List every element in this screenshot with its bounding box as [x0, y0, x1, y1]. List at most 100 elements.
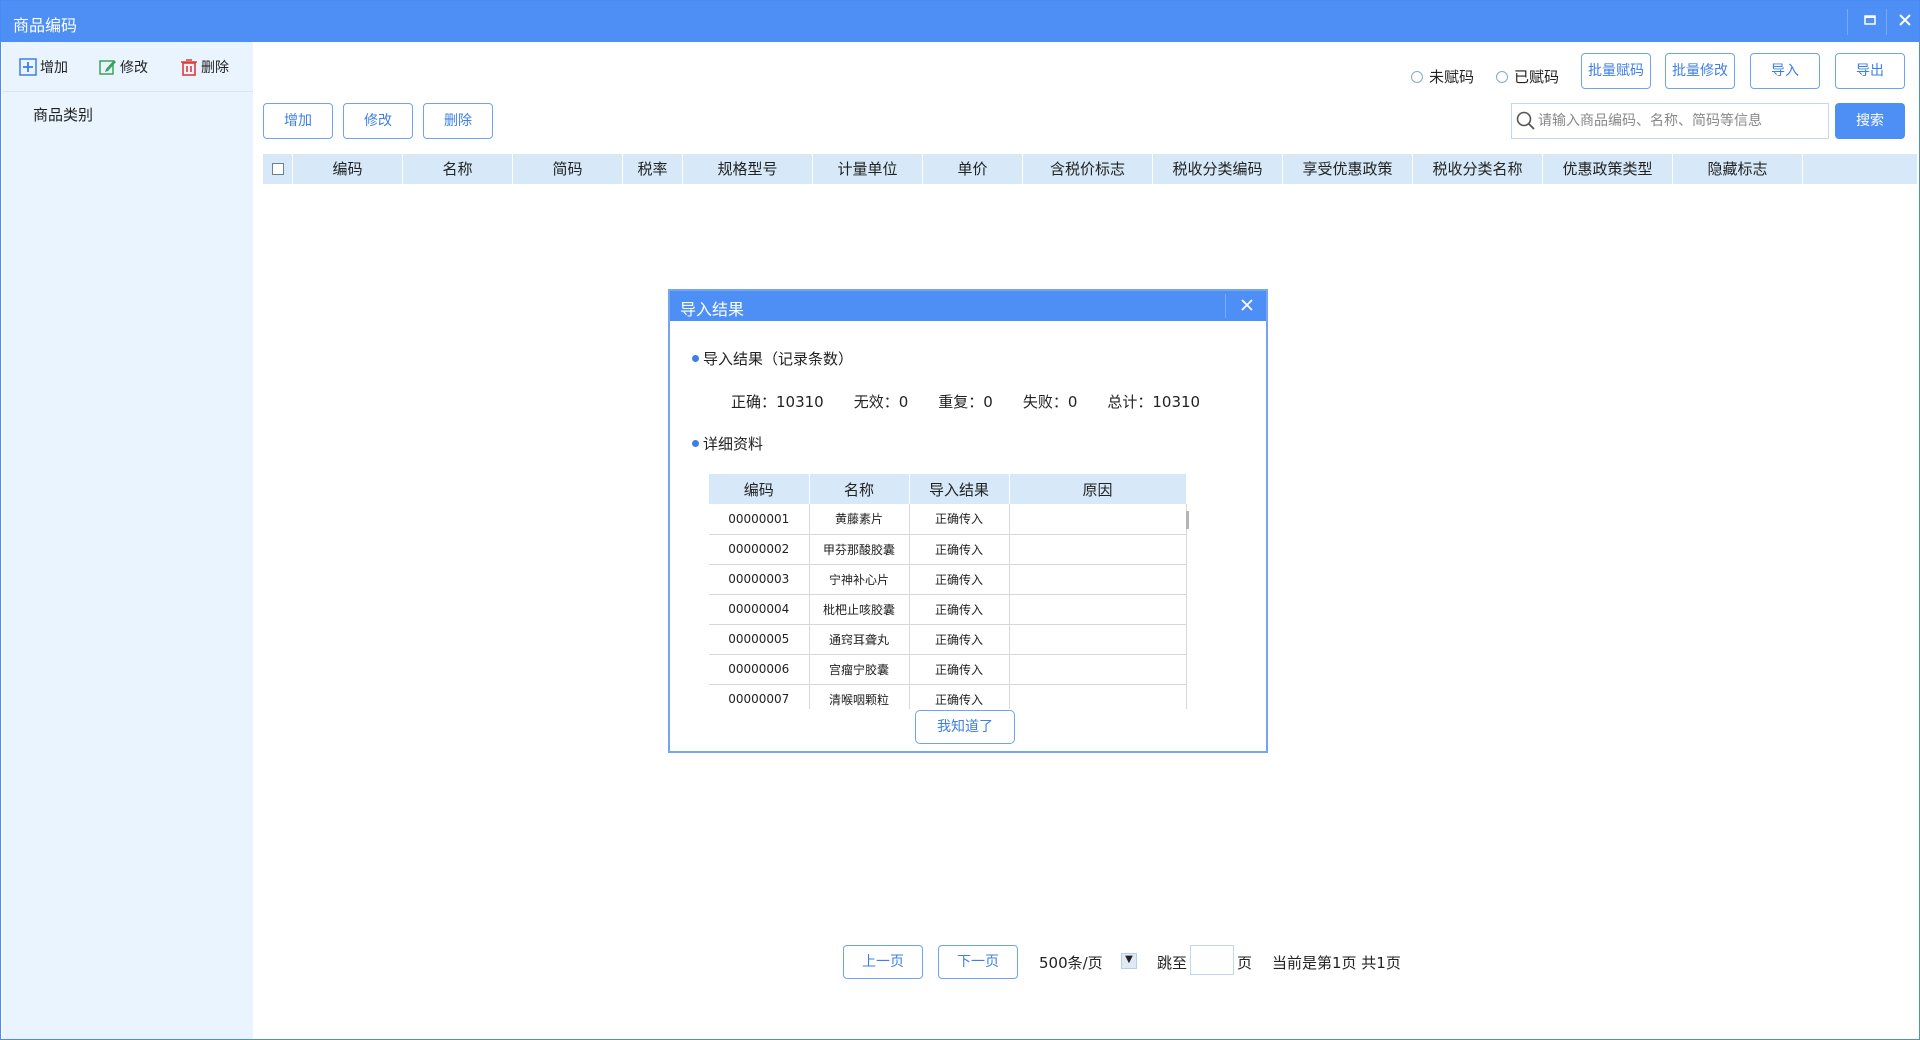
chevron-down-icon[interactable]: ▼ [1121, 953, 1137, 969]
row-name: 甲芬那酸胶囊 [809, 534, 910, 565]
row-name: 清喉咽颗粒 [809, 684, 910, 709]
column-header[interactable]: 单价 [923, 154, 1023, 184]
add-button[interactable]: 增加 [263, 103, 333, 139]
sidebar-edit-button[interactable]: 修改 [99, 56, 148, 78]
table-row[interactable]: 00000006 宫瘤宁胶囊 正确传入 [709, 654, 1187, 685]
column-header[interactable]: 享受优惠政策 [1283, 154, 1413, 184]
column-header[interactable]: 规格型号 [683, 154, 813, 184]
detail-column-header: 原因 [1009, 474, 1187, 504]
detail-table[interactable]: 编码 名称 导入结果 原因 00000001 黄藤素片 正确传入 0000000… [709, 474, 1189, 709]
row-name: 黄藤素片 [809, 504, 910, 535]
row-result: 正确传入 [909, 684, 1010, 709]
got-it-button[interactable]: 我知道了 [915, 710, 1015, 744]
search-input[interactable] [1538, 110, 1823, 132]
stat-failed: 失败：0 [1022, 393, 1078, 411]
grid-header: 编码 名称 简码 税率 规格型号 计量单位 单价 含税价标志 税收分类编码 享受… [263, 154, 1917, 184]
stat-invalid: 无效：0 [853, 393, 909, 411]
batch-edit-button[interactable]: 批量修改 [1665, 53, 1735, 89]
column-header[interactable]: 计量单位 [813, 154, 923, 184]
column-header[interactable]: 简码 [513, 154, 623, 184]
detail-column-header: 导入结果 [909, 474, 1010, 504]
sidebar-item-category[interactable]: 商品类别 [33, 104, 93, 125]
close-icon[interactable] [1887, 1, 1920, 42]
detail-column-header: 名称 [809, 474, 910, 504]
row-reason [1009, 504, 1187, 535]
sidebar-add-button[interactable]: 增加 [19, 56, 68, 78]
close-icon[interactable] [1236, 295, 1258, 317]
jump-to-label: 跳至 [1157, 954, 1188, 972]
table-scrollbar[interactable] [1186, 511, 1189, 529]
titlebar-divider [1847, 9, 1848, 35]
plus-box-icon [19, 58, 37, 76]
bullet-icon [692, 355, 699, 362]
column-header[interactable]: 税率 [623, 154, 683, 184]
column-header[interactable]: 税收分类名称 [1413, 154, 1543, 184]
radio-circle [1496, 70, 1508, 83]
import-button[interactable]: 导入 [1750, 53, 1820, 89]
stat-correct: 正确：10310 [731, 393, 824, 411]
search-box [1511, 103, 1829, 139]
detail-column-header: 编码 [709, 474, 810, 504]
column-header[interactable]: 编码 [293, 154, 403, 184]
row-reason [1009, 594, 1187, 625]
delete-button[interactable]: 删除 [423, 103, 493, 139]
column-header[interactable]: 税收分类编码 [1153, 154, 1283, 184]
sidebar-edit-label: 修改 [120, 60, 148, 76]
table-row[interactable]: 00000002 甲芬那酸胶囊 正确传入 [709, 534, 1187, 565]
row-code: 00000001 [709, 504, 810, 535]
window-title: 商品编码 [13, 16, 78, 35]
radio-circle [1411, 70, 1423, 83]
sidebar-delete-button[interactable]: 删除 [180, 56, 229, 78]
maximize-icon[interactable] [1852, 1, 1888, 42]
row-reason [1009, 684, 1187, 709]
summary-title-text: 导入结果（记录条数） [703, 350, 854, 368]
column-header[interactable]: 优惠政策类型 [1543, 154, 1673, 184]
trash-icon [181, 59, 197, 76]
row-result: 正确传入 [909, 624, 1010, 655]
select-all-checkbox[interactable] [263, 154, 293, 184]
row-name: 枇杷止咳胶囊 [809, 594, 910, 625]
table-row[interactable]: 00000003 宁神补心片 正确传入 [709, 564, 1187, 595]
page-size-label: 500条/页 [1039, 954, 1103, 972]
sidebar: 增加 修改 删除 商品类别 [2, 42, 253, 1039]
row-code: 00000004 [709, 594, 810, 625]
row-code: 00000006 [709, 654, 810, 685]
page-number-input[interactable] [1190, 945, 1234, 975]
next-page-button[interactable]: 下一页 [938, 945, 1018, 979]
column-header[interactable]: 含税价标志 [1023, 154, 1153, 184]
prev-page-button[interactable]: 上一页 [843, 945, 923, 979]
sidebar-add-label: 增加 [40, 60, 68, 76]
column-header[interactable]: 名称 [403, 154, 513, 184]
filter-assigned-radio[interactable]: 已赋码 [1496, 66, 1559, 87]
row-reason [1009, 564, 1187, 595]
row-reason [1009, 624, 1187, 655]
filter-unassigned-label: 未赋码 [1429, 68, 1475, 86]
bullet-icon [692, 440, 699, 447]
column-header[interactable]: 隐藏标志 [1673, 154, 1803, 184]
row-code: 00000005 [709, 624, 810, 655]
row-name: 通窍耳聋丸 [809, 624, 910, 655]
table-row[interactable]: 00000001 黄藤素片 正确传入 [709, 504, 1187, 535]
row-reason [1009, 534, 1187, 565]
filter-assigned-label: 已赋码 [1514, 68, 1560, 86]
table-row[interactable]: 00000005 通窍耳聋丸 正确传入 [709, 624, 1187, 655]
table-row[interactable]: 00000007 清喉咽颗粒 正确传入 [709, 684, 1187, 709]
row-result: 正确传入 [909, 534, 1010, 565]
row-reason [1009, 654, 1187, 685]
batch-assign-button[interactable]: 批量赋码 [1581, 53, 1651, 89]
import-stats: 正确：10310 无效：0 重复：0 失败：0 总计：10310 [731, 391, 1230, 412]
page-unit-label: 页 [1237, 954, 1253, 972]
search-button[interactable]: 搜索 [1835, 103, 1905, 139]
row-result: 正确传入 [909, 654, 1010, 685]
export-button[interactable]: 导出 [1835, 53, 1905, 89]
dialog-header-divider [1225, 294, 1226, 318]
stat-total: 总计：10310 [1107, 393, 1201, 411]
row-code: 00000003 [709, 564, 810, 595]
filter-unassigned-radio[interactable]: 未赋码 [1411, 66, 1474, 87]
page-status: 当前是第1页 共1页 [1272, 954, 1401, 972]
row-code: 00000002 [709, 534, 810, 565]
row-code: 00000007 [709, 684, 810, 709]
row-result: 正确传入 [909, 504, 1010, 535]
table-row[interactable]: 00000004 枇杷止咳胶囊 正确传入 [709, 594, 1187, 625]
edit-button[interactable]: 修改 [343, 103, 413, 139]
